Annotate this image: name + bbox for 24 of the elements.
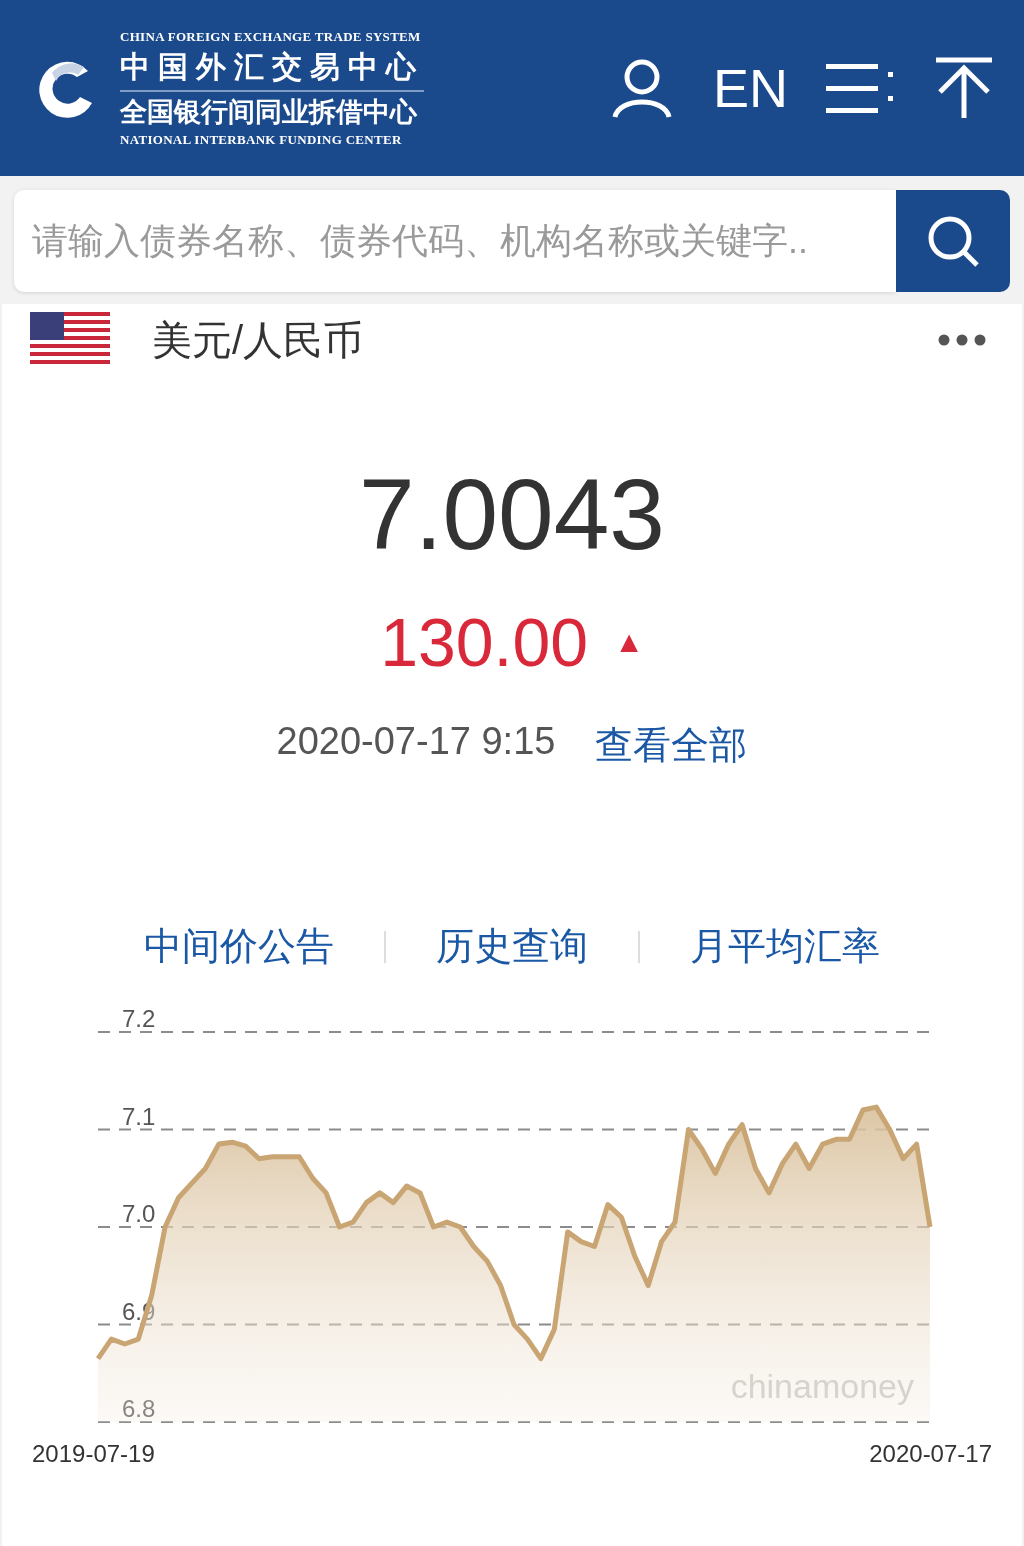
language-link[interactable]: EN: [713, 57, 788, 119]
axis-label: 7.2: [122, 1005, 156, 1032]
logo-subtitle: NATIONAL INTERBANK FUNDING CENTER: [120, 131, 403, 148]
tab-link[interactable]: 历史查询: [436, 921, 588, 972]
view-all-link[interactable]: 查看全部: [595, 720, 748, 771]
timestamp: 2020-07-17 9:15: [276, 720, 556, 764]
axis-label: 2020-07-17: [869, 1440, 992, 1468]
search-button[interactable]: [896, 190, 1010, 292]
rate-change: 130.00: [380, 608, 589, 676]
currency-pair: 美元/人民币: [152, 316, 365, 364]
up-arrow: ▲: [614, 625, 644, 659]
search-field[interactable]: 请输入债券名称、债券代码、机构名称或关键字..: [14, 190, 896, 292]
tab-link[interactable]: 中间价公告: [144, 921, 334, 972]
axis-label: 6.8: [122, 1395, 156, 1422]
back-to-top-icon[interactable]: [934, 56, 994, 120]
axis-label: 7.1: [122, 1102, 156, 1130]
axis-label: 7.0: [122, 1200, 156, 1227]
exchange-rate: 7.0043: [358, 464, 666, 564]
logo-subtitle: CHINA FOREIGN EXCHANGE TRADE SYSTEM: [120, 28, 422, 45]
more-icon[interactable]: [938, 333, 986, 347]
axis-label: 2019-07-19: [32, 1440, 155, 1468]
logo-title: 全国银行间同业拆借中心: [120, 95, 418, 129]
logo-title: 中国外汇交易中心: [120, 46, 424, 92]
tab-link[interactable]: 月平均汇率: [690, 921, 880, 972]
